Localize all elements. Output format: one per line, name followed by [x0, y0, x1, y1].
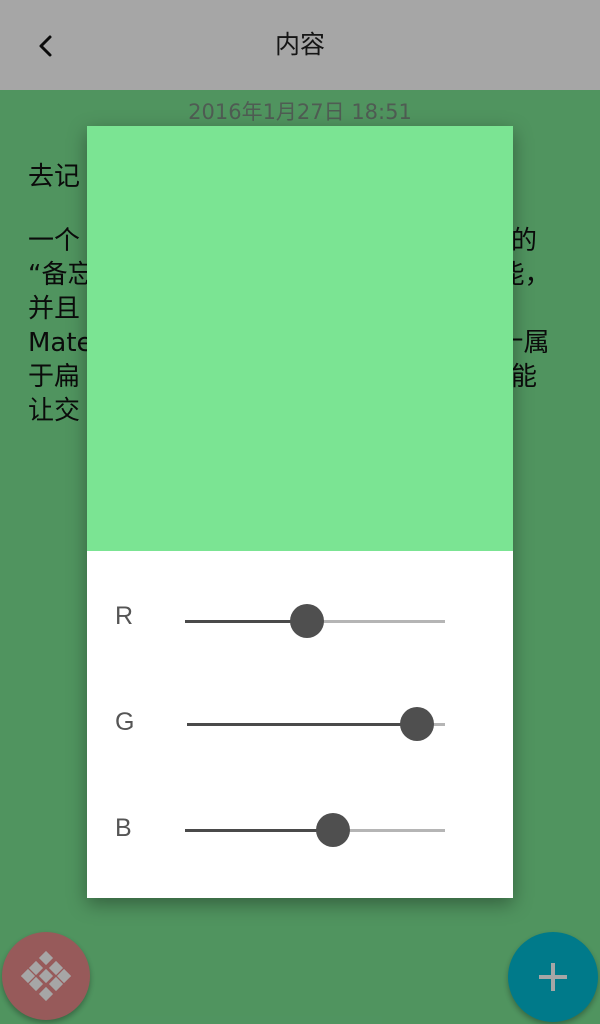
screen: 内容 2016年1月27日 18:51 去记 一个 得的 “备忘 能， 并且 M… [0, 0, 600, 1024]
slider-b-fill [185, 829, 334, 832]
slider-label-r: R [115, 602, 134, 630]
slider-g-fill [187, 723, 417, 726]
slider-g-thumb[interactable] [399, 707, 434, 741]
color-picker-dialog: R G B [87, 126, 513, 898]
slider-r-fill [185, 620, 308, 623]
slider-label-g: G [115, 708, 135, 736]
slider-label-b: B [115, 814, 132, 842]
slider-b-thumb[interactable] [316, 813, 351, 847]
slider-b[interactable] [185, 813, 445, 847]
slider-r[interactable] [185, 604, 445, 638]
color-preview [87, 126, 513, 551]
slider-row-g: G [87, 696, 513, 756]
slider-row-b: B [87, 802, 513, 862]
slider-r-thumb[interactable] [290, 604, 325, 638]
slider-row-r: R [87, 590, 513, 650]
slider-g[interactable] [187, 707, 445, 741]
